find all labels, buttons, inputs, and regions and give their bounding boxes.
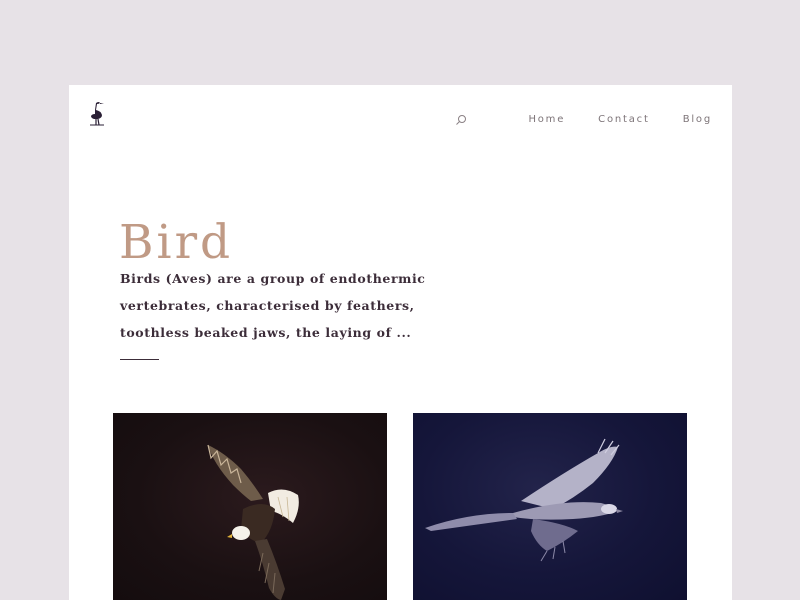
gallery-image-eagle-flying[interactable] <box>113 413 387 600</box>
main-nav: Home Contact Blog <box>455 112 712 126</box>
title-divider <box>120 359 159 360</box>
page-card: Home Contact Blog Bird Birds (Aves) are … <box>69 85 732 600</box>
search-icon[interactable] <box>455 114 467 126</box>
hero-description: Birds (Aves) are a group of endothermic … <box>120 271 426 340</box>
gallery-image-eagle-gliding[interactable] <box>413 413 687 600</box>
heron-logo-icon[interactable] <box>87 100 107 128</box>
nav-home-link[interactable]: Home <box>528 114 565 125</box>
nav-blog-link[interactable]: Blog <box>683 114 712 125</box>
nav-contact-link[interactable]: Contact <box>598 114 650 125</box>
page-title: Bird <box>119 215 234 270</box>
